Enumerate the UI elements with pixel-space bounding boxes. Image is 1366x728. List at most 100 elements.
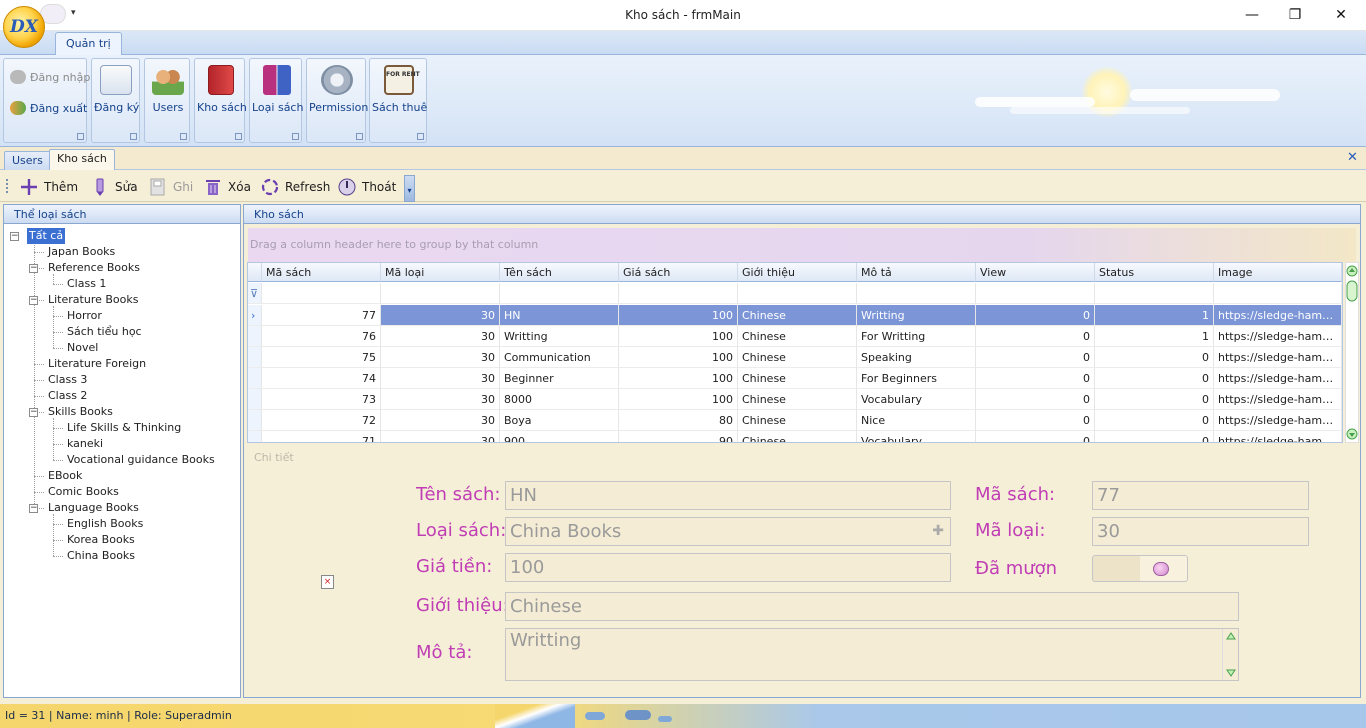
add-button[interactable]: Thêm — [20, 176, 78, 198]
grid-cell[interactable]: 1 — [1095, 326, 1214, 347]
grid-cell[interactable]: 0 — [976, 368, 1095, 389]
tree-node[interactable]: EBook — [46, 468, 84, 484]
grid-cell[interactable]: 100 — [619, 389, 738, 410]
loai-sach-lookup[interactable]: China Books ✚ — [505, 517, 951, 546]
minimize-button[interactable]: — — [1234, 4, 1270, 26]
register-button[interactable]: Đăng ký — [94, 65, 139, 114]
row-indicator[interactable]: › — [248, 305, 262, 326]
group-launcher-icon[interactable] — [235, 133, 242, 140]
kho-sach-button[interactable]: Kho sách — [197, 65, 247, 114]
restore-button[interactable]: ❐ — [1277, 4, 1313, 26]
tree-node[interactable]: Language Books — [46, 500, 141, 516]
grid-cell[interactable]: HN — [500, 305, 619, 326]
edit-button[interactable]: Sửa — [91, 176, 138, 198]
filter-cell[interactable] — [857, 283, 976, 304]
group-launcher-icon[interactable] — [417, 133, 424, 140]
tree-collapse-icon[interactable]: − — [29, 408, 38, 417]
column-header[interactable]: View — [976, 263, 1095, 282]
gioi-thieu-field[interactable]: Chinese — [505, 592, 1239, 621]
grid-vertical-scrollbar[interactable] — [1345, 262, 1359, 443]
group-by-area[interactable]: Drag a column header here to group by th… — [248, 228, 1356, 262]
column-header[interactable]: Tên sách — [500, 263, 619, 282]
lookup-dropdown-icon[interactable]: ✚ — [932, 518, 944, 545]
tree-node[interactable]: Class 3 — [46, 372, 89, 388]
grid-cell[interactable]: Speaking — [857, 347, 976, 368]
logout-button[interactable]: Đăng xuất — [10, 101, 87, 115]
row-indicator[interactable] — [248, 410, 262, 431]
grid-cell[interactable]: 0 — [1095, 431, 1214, 442]
tree-node[interactable]: Japan Books — [46, 244, 117, 260]
grid-cell[interactable]: Chinese — [738, 347, 857, 368]
filter-cell[interactable] — [1095, 283, 1214, 304]
row-indicator[interactable] — [248, 368, 262, 389]
column-header[interactable]: Mã loại — [381, 263, 500, 282]
grid-cell[interactable]: 30 — [381, 410, 500, 431]
grid-cell[interactable]: 71 — [262, 431, 381, 442]
tree-node[interactable]: Tất cả — [27, 228, 66, 244]
permission-button[interactable]: Permission — [309, 65, 368, 114]
grid-cell[interactable]: Writting — [857, 305, 976, 326]
grid-cell[interactable]: Vocabulary — [857, 389, 976, 410]
column-header[interactable]: Mã sách — [262, 263, 381, 282]
grid-cell[interactable]: 30 — [381, 305, 500, 326]
memo-scrollbar[interactable] — [1222, 629, 1238, 680]
tab-quan-tri[interactable]: Quản trị — [55, 32, 122, 56]
grid-cell[interactable]: 0 — [976, 326, 1095, 347]
grid-cell[interactable]: 30 — [381, 347, 500, 368]
grid-cell[interactable]: Chinese — [738, 410, 857, 431]
group-launcher-icon[interactable] — [77, 133, 84, 140]
grid-cell[interactable]: https://sledge-hammer... — [1214, 347, 1342, 368]
tree-collapse-icon[interactable]: − — [29, 504, 38, 513]
grid-cell[interactable]: 80 — [619, 410, 738, 431]
tree-collapse-icon[interactable]: − — [29, 264, 38, 273]
grid-cell[interactable]: https://sledge-hammer... — [1214, 305, 1342, 326]
tree-node[interactable]: Class 2 — [46, 388, 89, 404]
group-launcher-icon[interactable] — [130, 133, 137, 140]
grid-cell[interactable]: For Writting — [857, 326, 976, 347]
delete-button[interactable]: Xóa — [204, 176, 251, 198]
ma-sach-field[interactable]: 77 — [1092, 481, 1309, 510]
grid-cell[interactable]: Communication — [500, 347, 619, 368]
books-grid[interactable]: Mã sách Mã loại Tên sách Giá sách Giới thiệu… — [247, 262, 1343, 443]
grid-cell[interactable]: https://sledge-hammer... — [1214, 410, 1342, 431]
grid-cell[interactable]: 73 — [262, 389, 381, 410]
grid-cell[interactable]: 75 — [262, 347, 381, 368]
tree-node[interactable]: Comic Books — [46, 484, 121, 500]
grid-cell[interactable]: Vocabulary — [857, 431, 976, 442]
grid-cell[interactable]: 0 — [976, 347, 1095, 368]
grid-cell[interactable]: 30 — [381, 389, 500, 410]
grid-cell[interactable]: 0 — [1095, 389, 1214, 410]
grid-cell[interactable]: https://sledge-hammer... — [1214, 368, 1342, 389]
tree-node[interactable]: Horror — [65, 308, 104, 324]
grid-cell[interactable]: Chinese — [738, 368, 857, 389]
mo-ta-memo[interactable]: Writting — [505, 628, 1239, 681]
column-header[interactable]: Status — [1095, 263, 1214, 282]
tree-node[interactable]: Literature Foreign — [46, 356, 148, 372]
filter-cell[interactable] — [1214, 283, 1342, 304]
grid-cell[interactable]: 100 — [619, 326, 738, 347]
grid-cell[interactable]: Boya — [500, 410, 619, 431]
tree-node[interactable]: Life Skills & Thinking — [65, 420, 183, 436]
column-header[interactable]: Giới thiệu — [738, 263, 857, 282]
group-launcher-icon[interactable] — [180, 133, 187, 140]
tree-collapse-icon[interactable]: − — [29, 296, 38, 305]
filter-cell[interactable] — [976, 283, 1095, 304]
grid-cell[interactable]: 900 — [500, 431, 619, 442]
da-muon-toggle[interactable] — [1092, 555, 1188, 582]
ma-loai-field[interactable]: 30 — [1092, 517, 1309, 546]
tree-node[interactable]: Vocational guidance Books — [65, 452, 217, 468]
row-indicator[interactable] — [248, 326, 262, 347]
column-header[interactable]: Mô tả — [857, 263, 976, 282]
grid-cell[interactable]: Beginner — [500, 368, 619, 389]
grid-cell[interactable]: 100 — [619, 347, 738, 368]
gia-tien-field[interactable]: 100 — [505, 553, 951, 582]
grid-cell[interactable]: 0 — [1095, 368, 1214, 389]
grid-cell[interactable]: 77 — [262, 305, 381, 326]
grid-cell[interactable]: https://sledge-hammer... — [1214, 326, 1342, 347]
loai-sach-button[interactable]: Loại sách — [252, 65, 303, 114]
filter-cell[interactable] — [619, 283, 738, 304]
grid-cell[interactable]: 100 — [619, 305, 738, 326]
grid-cell[interactable]: 74 — [262, 368, 381, 389]
grid-cell[interactable]: 0 — [976, 431, 1095, 442]
grid-cell[interactable]: Nice — [857, 410, 976, 431]
